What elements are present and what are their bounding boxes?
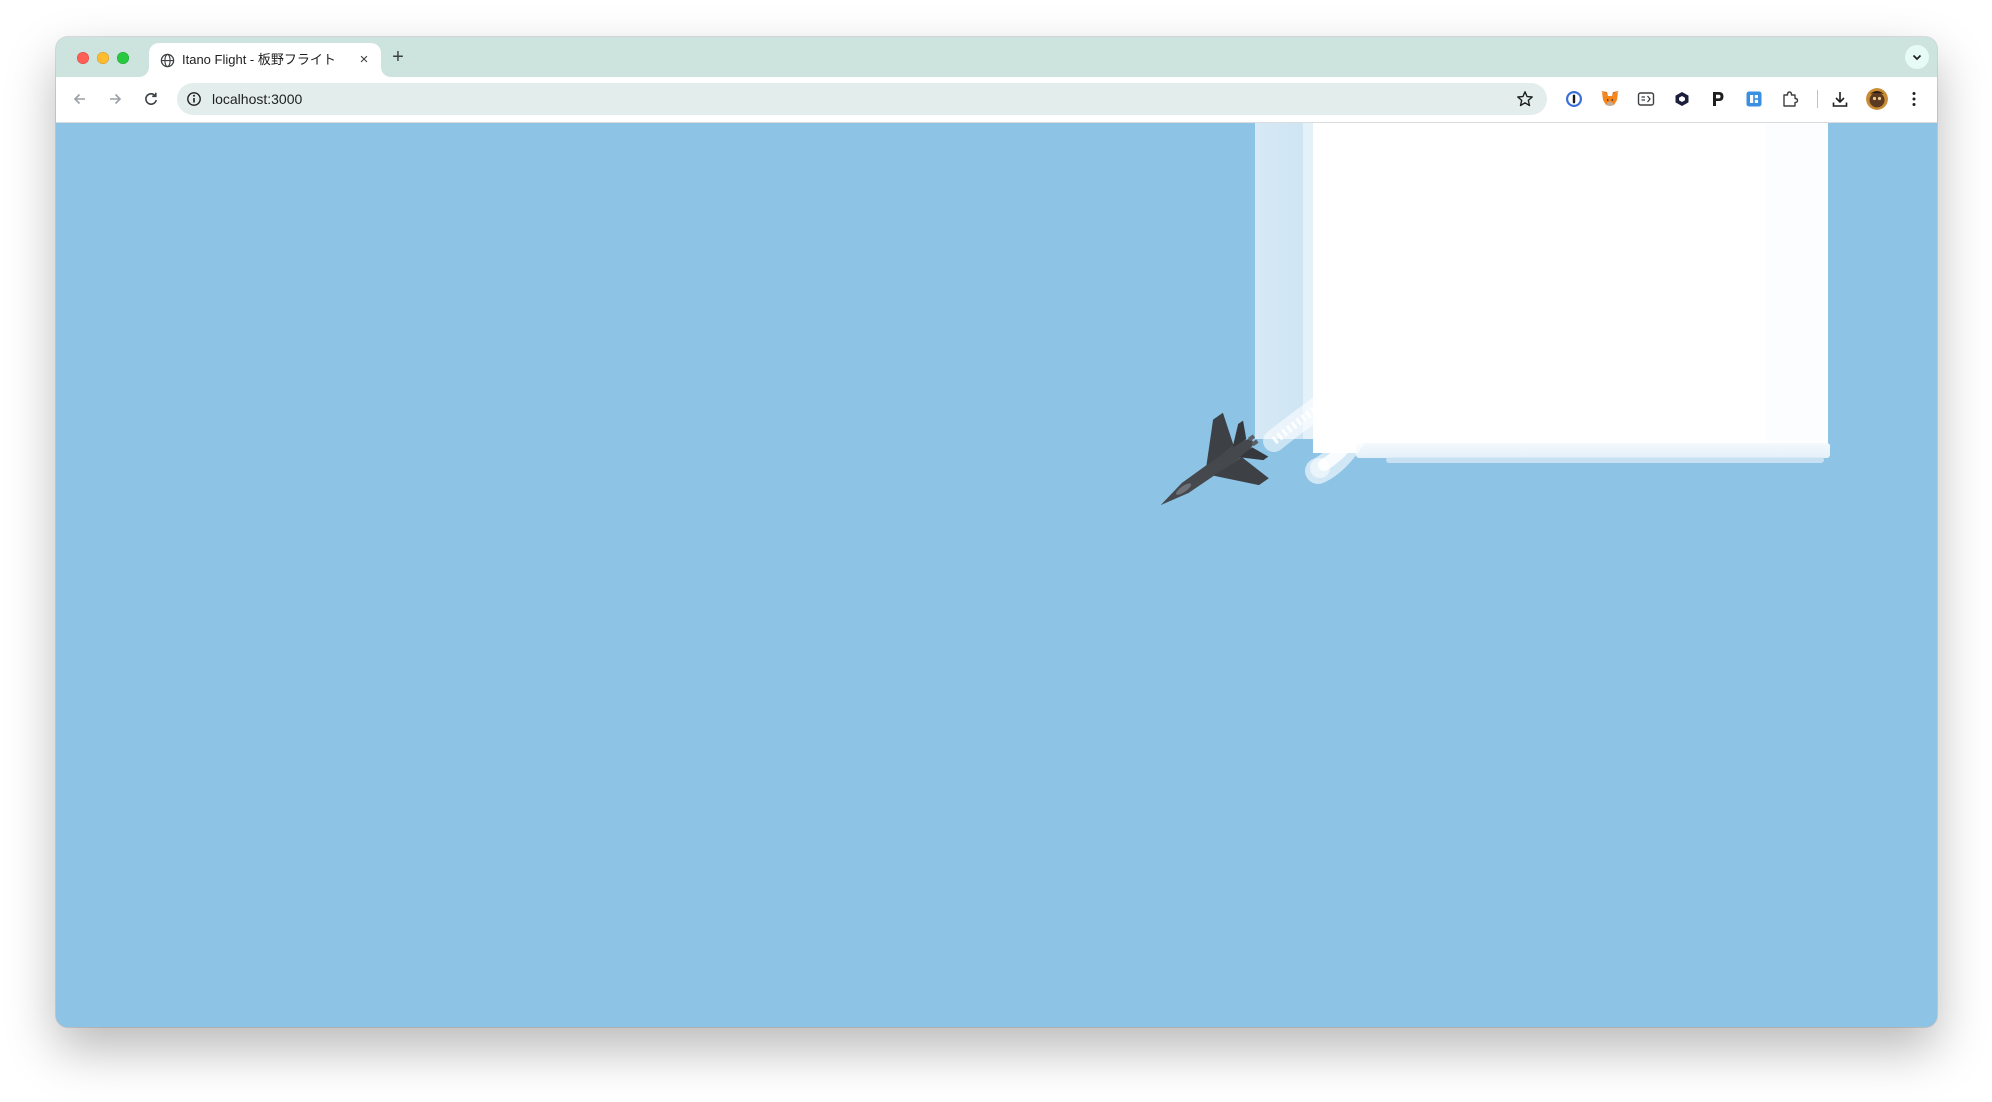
profile-avatar[interactable]: [1866, 88, 1888, 110]
reload-button[interactable]: [140, 88, 162, 110]
reader-icon[interactable]: [1636, 89, 1656, 109]
new-tab-button[interactable]: +: [388, 47, 408, 67]
metamask-fox-logo: [1601, 91, 1619, 106]
avatar-image: [1866, 88, 1888, 110]
blue-badge-logo: [1746, 91, 1762, 107]
metamask-icon[interactable]: [1600, 89, 1620, 109]
chevron-down-icon: [1912, 54, 1922, 61]
site-info-icon[interactable]: [186, 91, 202, 107]
puzzle-piece-logo: [1783, 91, 1799, 107]
cloud-block: [1255, 123, 1830, 463]
cloud-bottom-face: [1356, 443, 1830, 458]
kebab-dots-logo: [1912, 92, 1916, 106]
tab-close-icon[interactable]: ×: [356, 52, 372, 68]
puzzle-extensions-icon[interactable]: [1780, 89, 1800, 109]
blue-extension-icon[interactable]: [1744, 89, 1764, 109]
more-menu-icon[interactable]: [1904, 89, 1924, 109]
cloud-left-face: [1255, 123, 1303, 439]
reload-icon: [145, 92, 157, 105]
reader-mode-logo: [1637, 92, 1655, 106]
cloud-front-face: [1313, 123, 1828, 453]
1password-icon[interactable]: [1564, 89, 1584, 109]
download-icon[interactable]: [1830, 89, 1850, 109]
toolbar-divider: [1817, 90, 1818, 108]
tab-title: Itano Flight - 板野フライト: [182, 52, 336, 67]
arrow-left-icon: [73, 93, 85, 105]
letter-p-logo: [1713, 92, 1724, 106]
close-window-button[interactable]: [77, 52, 89, 64]
tab-strip: Itano Flight - 板野フライト × +: [56, 37, 1937, 77]
tab-itano-flight[interactable]: Itano Flight - 板野フライト ×: [149, 43, 381, 77]
game-viewport[interactable]: [56, 123, 1937, 1027]
tab-search-button[interactable]: [1905, 45, 1929, 69]
forward-button[interactable]: [104, 88, 126, 110]
browser-toolbar: localhost:3000: [56, 77, 1937, 123]
url-text[interactable]: localhost:3000: [212, 91, 302, 107]
arrow-right-icon: [110, 93, 122, 105]
hexagon-logo: [1675, 92, 1689, 106]
minimize-window-button[interactable]: [97, 52, 109, 64]
hex-extension-icon[interactable]: [1672, 89, 1692, 109]
address-bar[interactable]: localhost:3000: [177, 83, 1547, 115]
fullscreen-window-button[interactable]: [117, 52, 129, 64]
cloud-right-face: [1766, 123, 1828, 441]
download-arrow-logo: [1832, 92, 1848, 107]
desktop: Itano Flight - 板野フライト × + localhost:3000: [0, 0, 1992, 1102]
cloud-bottom-shadow: [1386, 457, 1824, 463]
globe-icon: [160, 53, 175, 68]
1password-logo: [1566, 91, 1582, 107]
p-extension-icon[interactable]: [1708, 89, 1728, 109]
game-canvas[interactable]: [56, 123, 1937, 1027]
back-button[interactable]: [69, 88, 91, 110]
browser-window: Itano Flight - 板野フライト × + localhost:3000: [56, 37, 1937, 1027]
bookmark-star-icon[interactable]: [1516, 90, 1534, 108]
cloud-left-edge: [1303, 123, 1313, 439]
